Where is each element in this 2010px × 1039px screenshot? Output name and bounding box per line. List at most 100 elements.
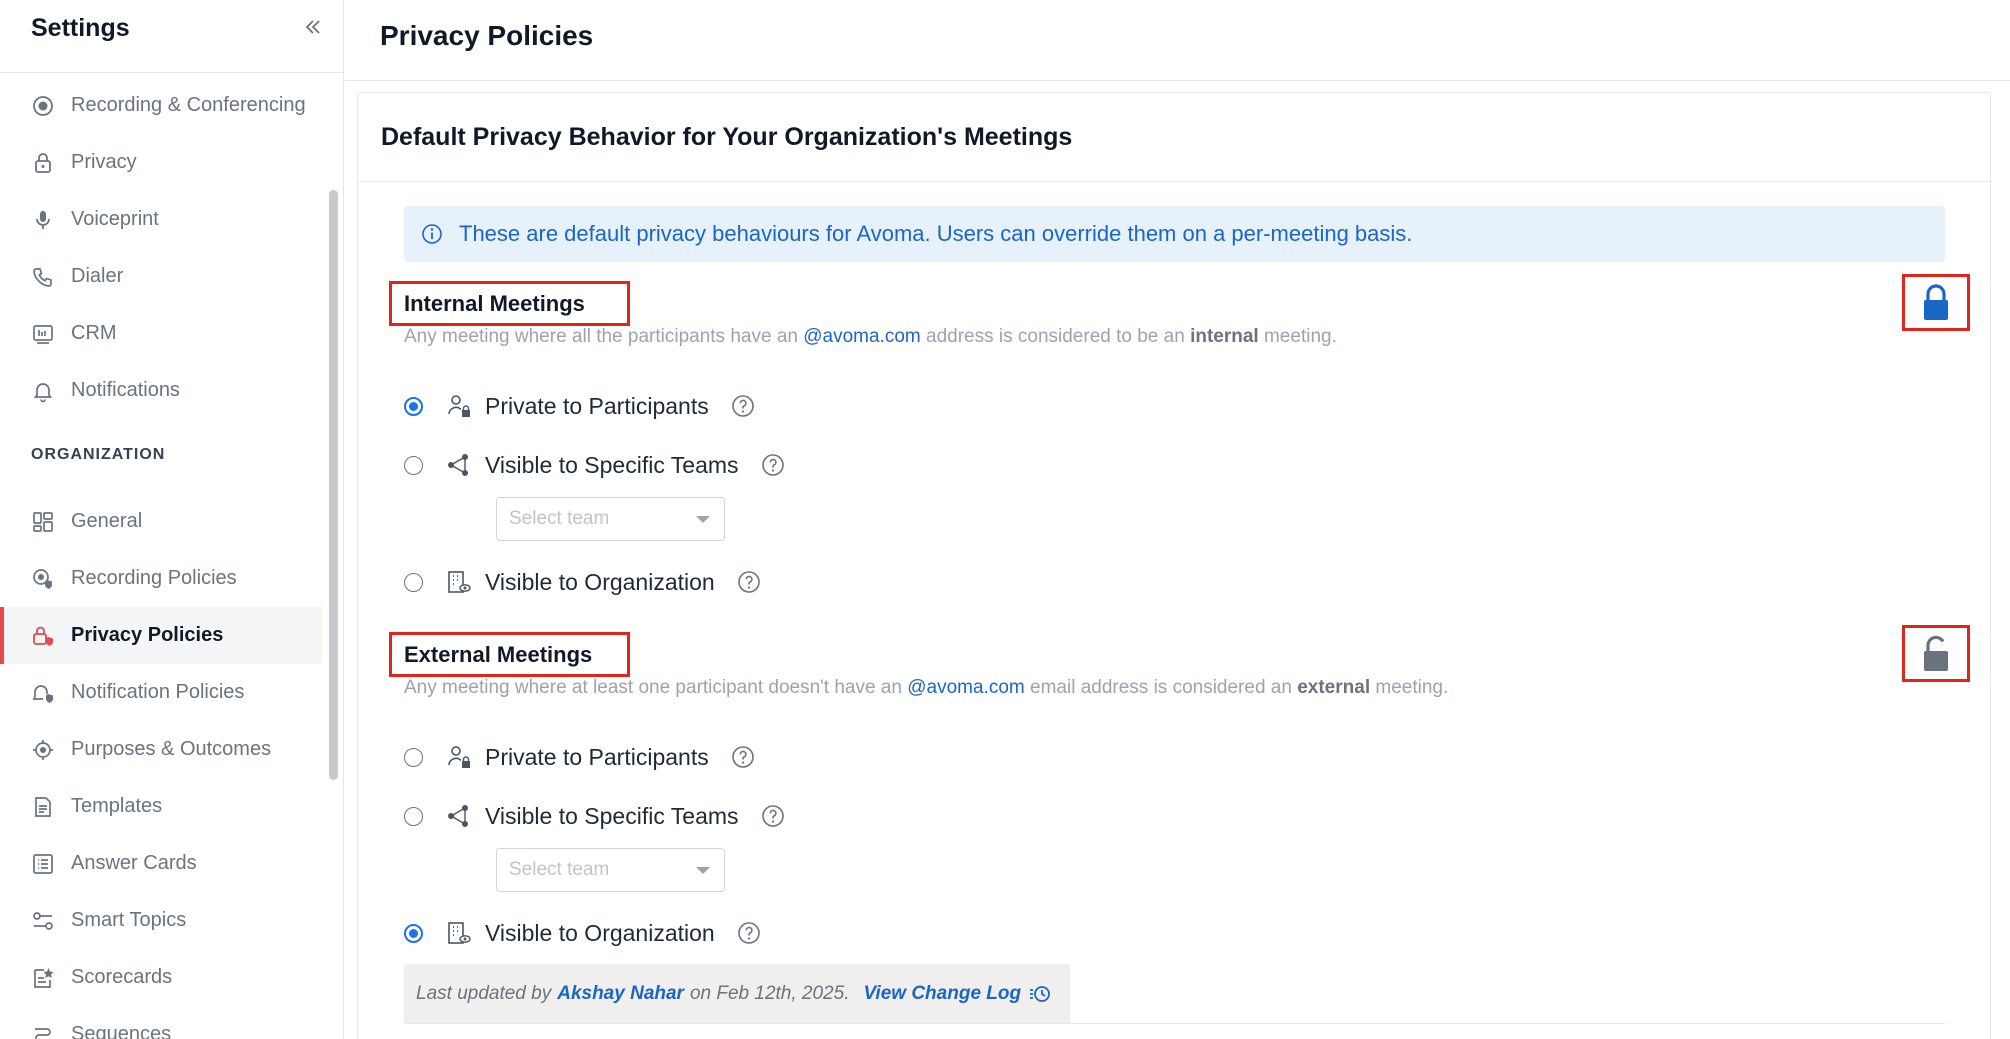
sidebar-item-smart-topics[interactable]: Smart Topics xyxy=(0,892,322,949)
internal-option-teams[interactable]: Visible to Specific Teams xyxy=(404,450,785,480)
info-text: These are default privacy behaviours for… xyxy=(459,221,1413,246)
document-icon xyxy=(30,794,56,820)
lock-icon xyxy=(30,150,56,176)
sidebar-item-label: Sequences xyxy=(71,1023,172,1039)
sidebar-item-sequences[interactable]: Sequences xyxy=(0,1006,322,1039)
participant-lock-icon xyxy=(445,392,473,420)
sliders-icon xyxy=(30,908,56,934)
help-icon[interactable] xyxy=(737,570,761,594)
sidebar-item-general[interactable]: General xyxy=(0,493,322,550)
target-icon xyxy=(30,737,56,763)
view-change-log-link[interactable]: View Change Log xyxy=(863,983,1021,1005)
radio-unselected[interactable] xyxy=(404,455,423,475)
internal-lock-toggle[interactable] xyxy=(1902,274,1970,331)
teams-icon xyxy=(445,802,473,830)
participant-lock-icon xyxy=(445,743,473,771)
radio-unselected[interactable] xyxy=(404,806,423,826)
sidebar-item-label: Dialer xyxy=(71,265,124,287)
grid-icon xyxy=(30,509,56,535)
last-updated-bar: Last updated by Akshay Nahar on Feb 12th… xyxy=(404,964,1070,1024)
sidebar-item-label: Answer Cards xyxy=(71,852,197,874)
page-title: Privacy Policies xyxy=(380,20,594,51)
sidebar-item-label: General xyxy=(71,510,143,532)
record-icon xyxy=(30,93,56,119)
microphone-icon xyxy=(30,207,56,233)
sidebar-item-label: Privacy xyxy=(71,151,137,173)
external-description: Any meeting where at least one participa… xyxy=(404,677,1449,698)
collapse-sidebar-icon[interactable] xyxy=(300,14,326,40)
external-option-organization[interactable]: Visible to Organization xyxy=(404,918,761,948)
sidebar-item-label: Notification Policies xyxy=(71,681,245,703)
sidebar-item-voiceprint[interactable]: Voiceprint xyxy=(0,191,322,248)
bell-policy-icon xyxy=(30,680,56,706)
organization-icon xyxy=(445,919,473,947)
external-lock-toggle[interactable] xyxy=(1902,625,1970,682)
select-placeholder: Select team xyxy=(509,508,610,529)
info-banner: These are default privacy behaviours for… xyxy=(404,206,1945,262)
sidebar-item-notifications[interactable]: Notifications xyxy=(0,362,322,419)
card-title: Default Privacy Behavior for Your Organi… xyxy=(381,123,1073,151)
record-policy-icon xyxy=(30,566,56,592)
privacy-behavior-card: Default Privacy Behavior for Your Organi… xyxy=(357,92,1991,1039)
sidebar-scrollbar[interactable] xyxy=(329,190,338,780)
history-icon[interactable] xyxy=(1027,982,1051,1006)
info-icon xyxy=(422,224,442,244)
internal-description: Any meeting where all the participants h… xyxy=(404,326,1337,347)
chevron-down-icon xyxy=(696,867,710,874)
help-icon[interactable] xyxy=(731,394,755,418)
sequence-icon xyxy=(30,1022,56,1039)
help-icon[interactable] xyxy=(731,745,755,769)
sidebar-item-recording-policies[interactable]: Recording Policies xyxy=(0,550,322,607)
help-icon[interactable] xyxy=(737,921,761,945)
sidebar-item-scorecards[interactable]: Scorecards xyxy=(0,949,322,1006)
external-option-teams[interactable]: Visible to Specific Teams xyxy=(404,801,785,831)
sidebar-item-crm[interactable]: CRM xyxy=(0,305,322,362)
sidebar-item-recording-conferencing[interactable]: Recording & Conferencing xyxy=(0,77,322,134)
sidebar-item-answer-cards[interactable]: Answer Cards xyxy=(0,835,322,892)
radio-unselected[interactable] xyxy=(404,572,423,592)
scorecard-icon xyxy=(30,965,56,991)
sidebar-section-organization: ORGANIZATION xyxy=(31,446,166,463)
select-placeholder: Select team xyxy=(509,859,610,880)
updated-by-user-link[interactable]: Akshay Nahar xyxy=(557,983,684,1005)
lock-closed-icon xyxy=(1924,283,1948,320)
sidebar-item-purposes-outcomes[interactable]: Purposes & Outcomes xyxy=(0,721,322,778)
radio-unselected[interactable] xyxy=(404,747,423,767)
internal-team-select[interactable]: Select team xyxy=(496,497,725,541)
sidebar-title: Settings xyxy=(31,14,130,42)
teams-icon xyxy=(445,451,473,479)
chevron-down-icon xyxy=(696,516,710,523)
radio-selected[interactable] xyxy=(404,923,423,943)
sidebar-item-label: Recording Policies xyxy=(71,567,237,589)
lock-policy-icon xyxy=(30,623,56,649)
lock-open-icon xyxy=(1924,635,1948,671)
internal-option-private[interactable]: Private to Participants xyxy=(404,391,755,421)
sidebar-item-dialer[interactable]: Dialer xyxy=(0,248,322,305)
internal-option-organization[interactable]: Visible to Organization xyxy=(404,567,761,597)
sidebar-item-templates[interactable]: Templates xyxy=(0,778,322,835)
sidebar-item-label: Voiceprint xyxy=(71,208,159,230)
option-label: Private to Participants xyxy=(485,392,709,419)
domain-link[interactable]: @avoma.com xyxy=(907,677,1025,698)
last-updated-date: on Feb 12th, 2025. xyxy=(689,983,850,1004)
option-label: Visible to Specific Teams xyxy=(485,802,739,829)
settings-sidebar: Settings Recording & Conferencing Privac… xyxy=(0,0,344,1039)
crm-icon xyxy=(30,321,56,347)
page-header: Privacy Policies xyxy=(345,0,2010,81)
radio-selected[interactable] xyxy=(404,396,423,416)
bell-icon xyxy=(30,378,56,404)
domain-link[interactable]: @avoma.com xyxy=(803,326,921,347)
option-label: Visible to Organization xyxy=(485,919,715,946)
main-content: Privacy Policies Default Privacy Behavio… xyxy=(345,0,2010,1039)
help-icon[interactable] xyxy=(761,453,785,477)
external-option-private[interactable]: Private to Participants xyxy=(404,742,755,772)
divider xyxy=(404,1023,1945,1024)
last-updated-prefix: Last updated by xyxy=(416,983,552,1004)
sidebar-item-label: Purposes & Outcomes xyxy=(71,738,272,760)
sidebar-item-label: Templates xyxy=(71,795,163,817)
sidebar-item-privacy[interactable]: Privacy xyxy=(0,134,322,191)
sidebar-item-notification-policies[interactable]: Notification Policies xyxy=(0,664,322,721)
help-icon[interactable] xyxy=(761,804,785,828)
sidebar-item-privacy-policies[interactable]: Privacy Policies xyxy=(0,607,322,664)
external-team-select[interactable]: Select team xyxy=(496,848,725,892)
